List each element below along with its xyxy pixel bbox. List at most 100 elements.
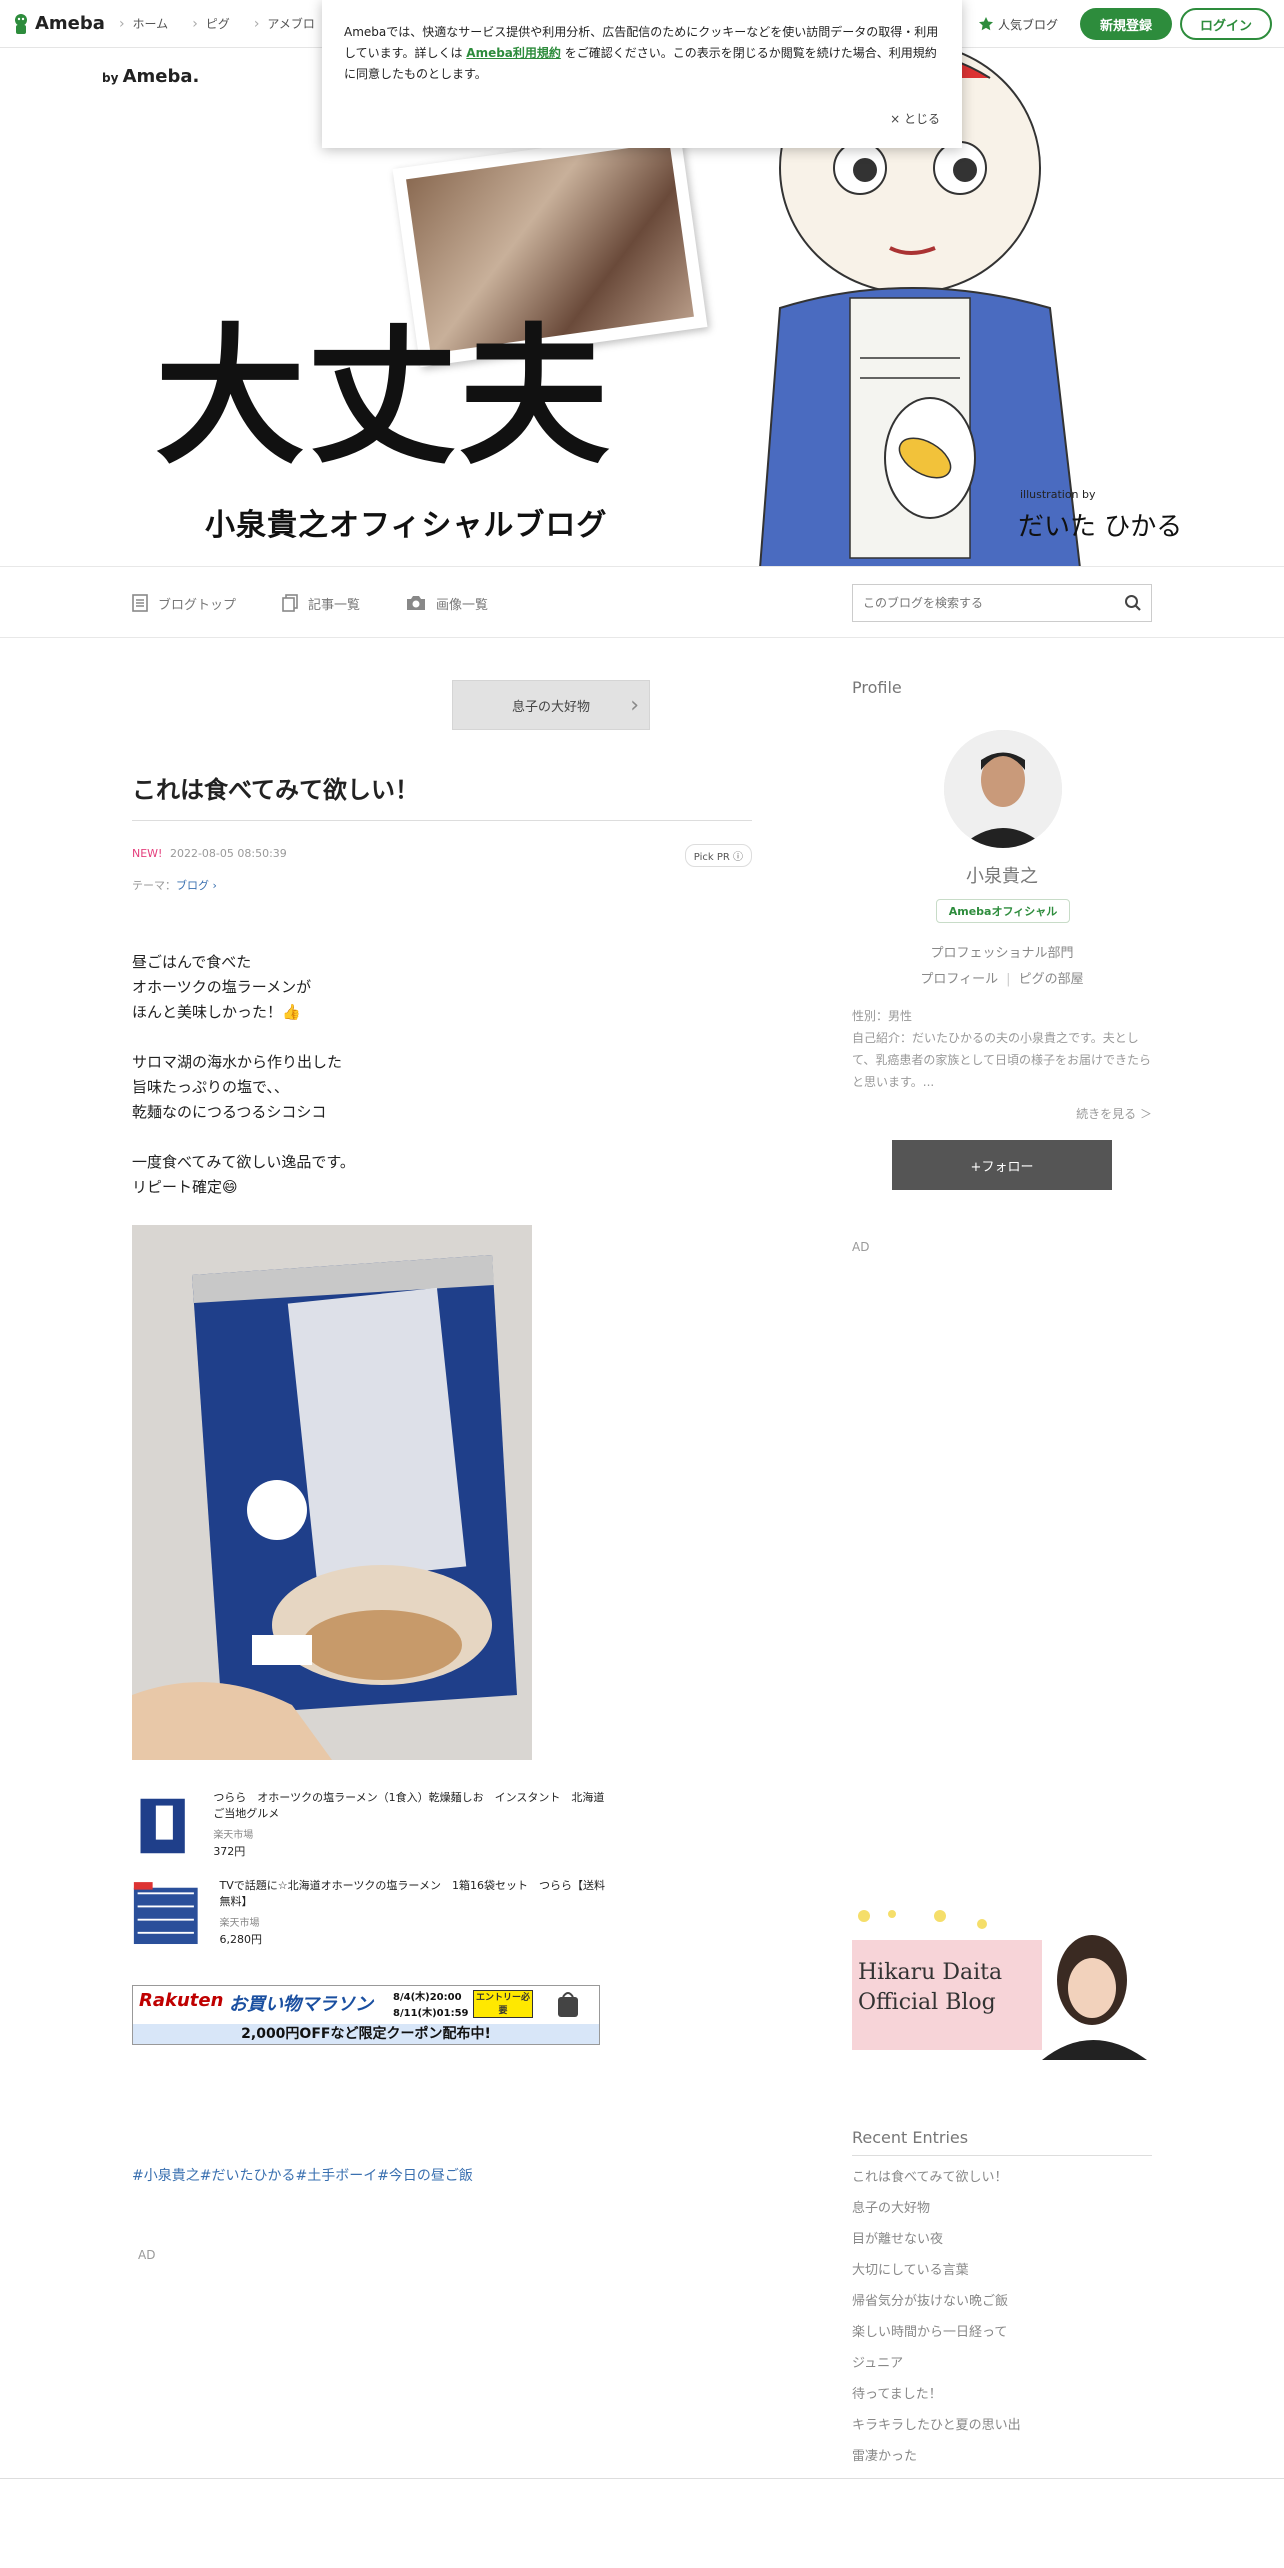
logo-text: Ameba — [35, 13, 105, 34]
hashtag[interactable]: #だいたひかる — [200, 2165, 296, 2185]
profile-department[interactable]: プロフェッショナル部門 — [852, 942, 1152, 961]
recent-entries-list: これは食べてみて欲しい！ 息子の大好物 目が離せない夜 大切にしている言葉 帰省… — [852, 2162, 1152, 2472]
recent-entry[interactable]: 大切にしている言葉 — [852, 2255, 1152, 2286]
recent-entries-heading: Recent Entries — [852, 2128, 969, 2147]
profile-gender: 性別：男性 — [852, 1009, 913, 1023]
recent-entry[interactable]: ジュニア — [852, 2348, 1152, 2379]
banner-entry-badge: エントリー必要 — [473, 1990, 533, 2018]
theme-link[interactable]: ブログ › — [176, 879, 217, 892]
product-shop: 楽天市場 — [219, 1918, 260, 1929]
hashtag[interactable]: #土手ボーイ — [295, 2165, 377, 2185]
ramen-photo[interactable] — [132, 1225, 532, 1760]
recent-entry[interactable]: 楽しい時間から一日経って — [852, 2317, 1152, 2348]
blog-nav: ブログトップ 記事一覧 画像一覧 — [0, 566, 1284, 638]
entry-date: 2022-08-05 08:50:39 — [169, 847, 287, 860]
header-actions: 人気ブログ 新規登録 ログイン — [978, 8, 1272, 40]
recent-divider — [852, 2155, 1152, 2156]
rakuten-banner[interactable]: Rakuten お買い物マラソン 8/4(木)20:00 8/11(木)01:5… — [132, 1985, 600, 2045]
ad-label: AD — [852, 1240, 870, 1254]
read-more-link[interactable]: 続きを見る ＞ — [1076, 1105, 1152, 1122]
new-badge: NEW! — [132, 847, 163, 860]
footer-divider — [0, 2478, 1284, 2479]
nav-home[interactable]: ホーム — [119, 15, 169, 32]
nav-image-list[interactable]: 画像一覧 — [406, 594, 488, 613]
recent-entry[interactable]: 帰省気分が抜けない晩ご飯 — [852, 2286, 1152, 2317]
affiliate-item[interactable]: つらら オホーツクの塩ラーメン（1食入）乾燥麺しお インスタント 北海道 ご当地… — [132, 1790, 616, 1868]
blog-search — [852, 584, 1152, 622]
entry-meta: NEW! 2022-08-05 08:50:39 — [132, 847, 287, 860]
nav-ameblo[interactable]: アメブロ — [254, 15, 314, 32]
previous-entry-label: 息子の大好物 — [511, 699, 590, 715]
ranking-link[interactable]: 人気ブログ — [978, 16, 1058, 33]
hikaru-banner-line2: Official Blog — [858, 1990, 996, 2015]
product-thumbnail — [132, 1795, 194, 1857]
banner-date-end: 8/11(木)01:59 — [393, 2008, 469, 2019]
hashtag[interactable]: #小泉貴之 — [132, 2165, 200, 2185]
recent-entry[interactable]: 息子の大好物 — [852, 2193, 1152, 2224]
register-button[interactable]: 新規登録 — [1079, 8, 1172, 40]
affiliate-item[interactable]: TVで話題に☆北海道オホーツクの塩ラーメン 1箱16袋セット つらら【送料無料】… — [132, 1878, 612, 1956]
profile-intro: 自己紹介：だいたひかるの夫の小泉貴之です。夫として、乳癌患者の家族として日頃の様… — [852, 1031, 1152, 1089]
hashtag[interactable]: #今日の昼ご飯 — [377, 2165, 473, 2185]
entry-theme: テーマ：ブログ › — [132, 877, 217, 893]
by-ameba-logo: by Ameba. — [102, 66, 199, 87]
profile-links: プロフィール | ピグの部屋 — [920, 972, 1084, 987]
ad-label: AD — [138, 2248, 156, 2262]
profile-name[interactable]: 小泉貴之 — [852, 862, 1152, 888]
product-thumbnail — [132, 1880, 200, 1948]
copy-icon — [282, 594, 298, 612]
nav-entry-list-label: 記事一覧 — [308, 597, 361, 613]
search-icon[interactable] — [1115, 594, 1151, 612]
product-price: 6,280円 — [219, 1933, 263, 1946]
bag-icon — [558, 1992, 578, 2017]
star-icon — [978, 17, 993, 31]
cookie-notice: Amebaでは、快適なサービス提供や利用分析、広告配信のためにクッキーなどを使い… — [322, 0, 962, 148]
ameba-logo[interactable]: Ameba — [12, 13, 105, 35]
profile-link[interactable]: プロフィール — [920, 972, 998, 987]
blog-subtitle-art: 小泉貴之オフィシャルブログ — [205, 508, 608, 543]
blog-title-art: 大丈夫 — [155, 311, 612, 485]
ameba-mascot-icon — [15, 13, 27, 34]
pick-pr-badge[interactable]: Pick PR ⓘ — [684, 844, 752, 867]
nav-pigg[interactable]: ピグ — [192, 15, 230, 32]
terms-link[interactable]: Ameba利用規約 — [466, 46, 561, 60]
chevron-right-icon: › — [630, 693, 639, 718]
nav-blog-top-label: ブログトップ — [158, 597, 237, 613]
pigg-room-link[interactable]: ピグの部屋 — [1019, 972, 1084, 987]
recent-entry[interactable]: 目が離せない夜 — [852, 2224, 1152, 2255]
banner-bottom-text: 2,000円OFFなど限定クーポン配布中! — [133, 2024, 599, 2044]
search-input[interactable] — [853, 586, 1115, 620]
nav-entry-list[interactable]: 記事一覧 — [282, 594, 360, 613]
avatar[interactable] — [944, 730, 1062, 848]
cookie-close-button[interactable]: × とじる — [890, 109, 940, 130]
recent-entry[interactable]: キラキラしたひと夏の思い出 — [852, 2410, 1152, 2441]
by-text: by — [102, 71, 119, 85]
previous-entry-button[interactable]: 息子の大好物 › — [452, 680, 650, 730]
profile-heading: Profile — [852, 678, 902, 697]
camera-icon — [407, 596, 426, 610]
illustrator-signature: だいた ひかる — [1018, 512, 1183, 542]
theme-label: テーマ： — [132, 879, 176, 892]
hikaru-banner-line1: Hikaru Daita — [858, 1960, 1003, 1985]
ranking-label: 人気ブログ — [997, 17, 1058, 32]
recent-entry[interactable]: これは食べてみて欲しい！ — [852, 2162, 1152, 2193]
official-badge: Amebaオフィシャル — [936, 899, 1070, 923]
global-nav: ホーム ピグ アメブロ — [119, 15, 339, 32]
entry-title[interactable]: これは食べてみて欲しい！ — [132, 770, 419, 805]
product-name: つらら オホーツクの塩ラーメン（1食入）乾燥麺しお インスタント 北海道 ご当地… — [213, 1791, 616, 1820]
recent-entry[interactable]: 待ってました！ — [852, 2379, 1152, 2410]
illustration-credit: illustration by — [1020, 488, 1096, 501]
banner-event: お買い物マラソン — [229, 1994, 373, 2015]
follow-button[interactable]: +フォロー — [892, 1140, 1112, 1190]
banner-brand: Rakuten — [139, 1990, 224, 2011]
recent-entry[interactable]: 雷凄かった — [852, 2441, 1152, 2472]
hikaru-blog-banner[interactable]: Hikaru Daita Official Blog — [852, 1910, 1152, 2060]
nav-blog-top[interactable]: ブログトップ — [132, 594, 236, 613]
product-price: 372円 — [213, 1845, 246, 1858]
product-name: TVで話題に☆北海道オホーツクの塩ラーメン 1箱16袋セット つらら【送料無料】 — [219, 1879, 605, 1908]
document-icon — [132, 594, 148, 612]
profile-info: 性別：男性 自己紹介：だいたひかるの夫の小泉貴之です。夫として、乳癌患者の家族と… — [852, 1005, 1152, 1093]
banner-date-start: 8/4(木)20:00 — [393, 1992, 462, 2003]
title-divider — [132, 820, 752, 821]
login-button[interactable]: ログイン — [1179, 8, 1272, 40]
